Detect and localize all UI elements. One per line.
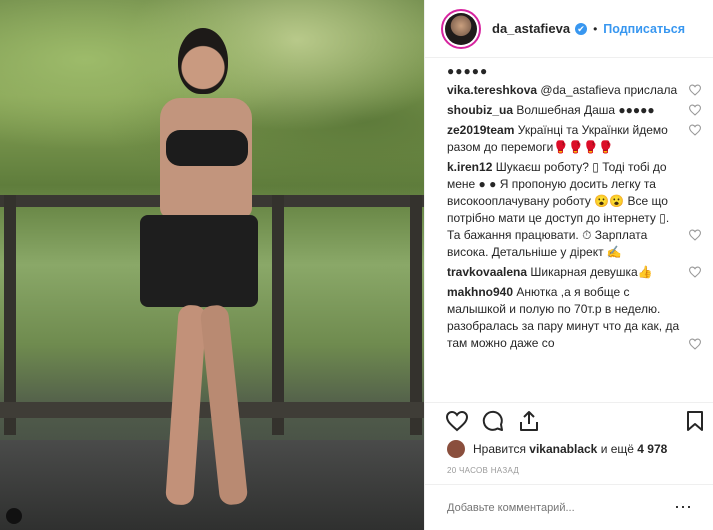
photo-person: [140, 20, 270, 520]
photo-person-top: [166, 130, 248, 166]
photo-person-shorts: [140, 215, 258, 307]
post-photo[interactable]: [0, 0, 424, 530]
photo-railing-post: [272, 195, 284, 435]
comment-username[interactable]: ze2019team: [447, 123, 514, 137]
more-options-icon[interactable]: ⋯: [674, 497, 692, 518]
comment-item: makhno940 Анютка ,а я вобще с малышкой и…: [425, 284, 713, 352]
comment-username[interactable]: travkovaalena: [447, 265, 527, 279]
verified-badge-icon: ✔: [575, 22, 588, 35]
post-actions-bar: [425, 402, 713, 438]
comment-username[interactable]: shoubiz_ua: [447, 103, 513, 117]
comment-text: Шукаєш роботу? ▯ Тоді тобі до мене ● ● Я…: [447, 160, 670, 259]
comment-username[interactable]: k.iren12: [447, 160, 492, 174]
post-side-panel: da_astafieva ✔ • Подписаться ●●●●● vika.…: [424, 0, 713, 530]
comment-bubble-icon[interactable]: [481, 409, 505, 433]
like-heart-icon[interactable]: [445, 409, 469, 433]
comment-text: @da_astafieva прислала: [540, 83, 678, 97]
likes-suffix: и ещё: [600, 442, 634, 456]
photo-railing-post: [410, 195, 422, 435]
share-icon[interactable]: [517, 409, 541, 433]
post-header: da_astafieva ✔ • Подписаться: [425, 0, 713, 58]
header-separator: •: [593, 21, 598, 36]
bookmark-icon[interactable]: [683, 409, 707, 433]
comments-list[interactable]: ●●●●● vika.tereshkova @da_astafieva прис…: [425, 58, 713, 401]
likes-summary[interactable]: Нравится vikanablack и ещё 4 978: [447, 440, 667, 458]
comment-item: shoubiz_ua Волшебная Даша ●●●●●: [425, 102, 713, 119]
comment-text: Шикарная девушка👍: [530, 265, 653, 279]
comment-like-icon[interactable]: [688, 104, 702, 116]
comment-like-icon[interactable]: [688, 338, 702, 350]
likes-prefix: Нравится: [473, 442, 526, 456]
comment-item: vika.tereshkova @da_astafieva прислала: [425, 82, 713, 99]
liker-avatar: [447, 440, 465, 458]
photo-person-leg: [165, 304, 207, 506]
post-timestamp[interactable]: 20 ЧАСОВ НАЗАД: [447, 466, 519, 475]
add-comment-bar: ⋯: [425, 484, 713, 530]
photo-person-leg: [199, 304, 249, 506]
comment-like-icon[interactable]: [688, 124, 702, 136]
avatar[interactable]: [441, 8, 481, 49]
comment-like-icon[interactable]: [688, 229, 702, 241]
comment-like-icon[interactable]: [688, 84, 702, 96]
comment-text: Волшебная Даша ●●●●●: [516, 103, 655, 117]
comment-item: k.iren12 Шукаєш роботу? ▯ Тоді тобі до м…: [425, 159, 713, 261]
comment-like-icon[interactable]: [688, 266, 702, 278]
follow-button[interactable]: Подписаться: [603, 22, 685, 36]
comment-item: travkovaalena Шикарная девушка👍: [425, 264, 713, 281]
comment-fragment: ●●●●●: [447, 64, 489, 78]
likes-count[interactable]: 4 978: [637, 442, 667, 456]
photo-railing-post: [4, 195, 16, 435]
comment-item: ze2019team Українці та Українки йдемо ра…: [425, 122, 713, 156]
avatar-image: [445, 12, 477, 45]
photo-person-head: [178, 28, 228, 94]
comment-username[interactable]: vika.tereshkova: [447, 83, 537, 97]
add-comment-input[interactable]: [447, 501, 647, 514]
instagram-badge-icon: [6, 508, 22, 524]
liker-username[interactable]: vikanablack: [529, 442, 597, 456]
comment-username[interactable]: makhno940: [447, 285, 513, 299]
username-link[interactable]: da_astafieva: [492, 21, 570, 36]
